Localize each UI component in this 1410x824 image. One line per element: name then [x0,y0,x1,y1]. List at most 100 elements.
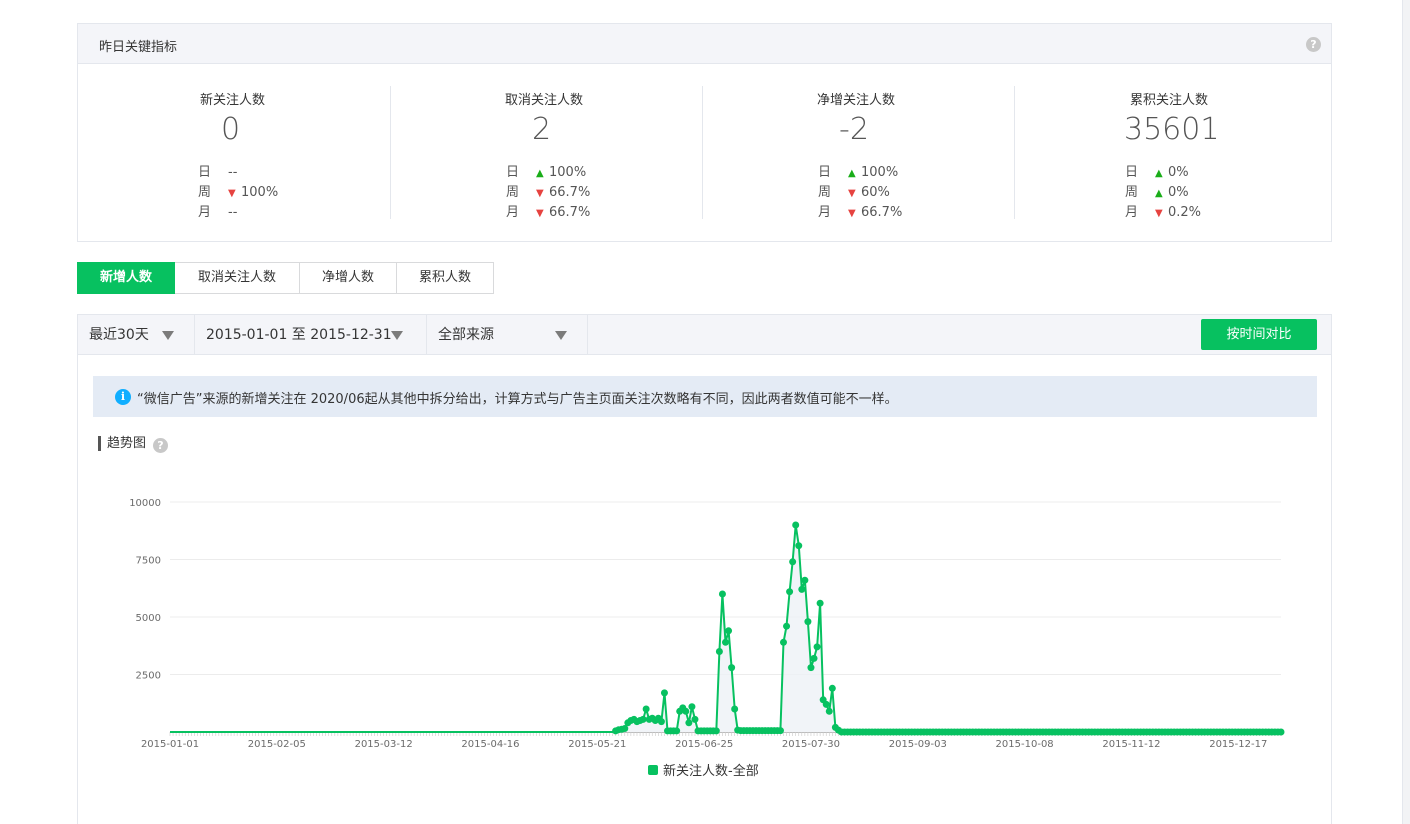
change-value: 66.7% [861,205,903,220]
filter-bar: 最近30天 2015-01-01 至 2015-12-31 全部来源 按时间对比 [78,315,1331,355]
date-range-value: 2015-01-01 至 2015-12-31 [206,327,392,343]
data-point [795,542,803,550]
change-value: 100% [241,185,279,200]
data-point [688,703,696,711]
data-point [715,648,723,655]
x-tick-label: 2015-05-21 [568,739,626,750]
data-point [657,718,665,726]
metric-change-row: 月 ▼ 0.2% [1125,201,1201,221]
metric-change-row: 周 ▼ 100% [198,181,278,201]
metric-change-row: 月 ▼ 66.7% [818,201,902,221]
metrics-title: 昨日关键指标 [99,40,178,55]
y-tick-label: 2500 [136,671,161,682]
metric-value: 2 [532,112,552,147]
arrow-down-icon: ▼ [536,188,544,199]
data-point [660,689,668,697]
change-period-label: 月 [1125,205,1139,220]
change-value: 66.7% [549,185,591,200]
change-value: 60% [861,185,890,200]
arrow-down-icon: ▼ [848,188,856,199]
date-range-select[interactable]: 2015-01-01 至 2015-12-31 [195,315,427,355]
x-tick-label: 2015-07-30 [782,739,840,750]
x-tick-label: 2015-10-08 [996,739,1054,750]
source-select-value: 全部来源 [438,327,494,343]
question-icon[interactable]: ? [153,438,168,453]
arrow-up-icon: ▲ [1155,188,1163,199]
metric-change-row: 日 ▲ 100% [506,161,590,181]
source-select[interactable]: 全部来源 [427,315,588,355]
key-metrics-panel: 昨日关键指标 ? 新关注人数 0 日 -- 周 ▼ 100% 月 -- 取消关注人数 2 日… [77,23,1332,242]
data-point [789,558,797,566]
info-icon: i [115,389,131,405]
trend-panel: 最近30天 2015-01-01 至 2015-12-31 全部来源 按时间对比… [77,314,1332,824]
tab-new-users[interactable]: 新增人数 [77,262,175,294]
arrow-up-icon: ▲ [848,168,856,179]
period-select[interactable]: 最近30天 [78,315,195,355]
data-point [776,727,784,735]
arrow-down-icon: ▼ [228,188,236,199]
arrow-down-icon: ▼ [1155,208,1163,219]
metric-change-row: 月 -- [198,201,278,221]
change-period-label: 周 [506,185,520,200]
scrollbar-track[interactable] [1402,0,1410,824]
change-value: 100% [549,165,587,180]
change-value: -- [228,205,238,220]
data-point [725,627,733,635]
data-point [810,654,818,662]
metric-change-list: 日 ▲ 100% 周 ▼ 66.7% 月 ▼ 66.7% [506,161,590,221]
data-point [779,638,787,646]
compare-by-time-button[interactable]: 按时间对比 [1201,319,1317,350]
y-tick-label: 7500 [136,556,161,567]
data-point [816,599,824,607]
data-point [685,719,693,727]
change-period-label: 日 [818,165,832,180]
data-point [828,684,836,692]
metric-change-row: 日 ▲ 0% [1125,161,1201,181]
metric-change-row: 周 ▼ 66.7% [506,181,590,201]
tab-total-users[interactable]: 累积人数 [397,262,494,294]
metric-tabs: 新增人数 取消关注人数 净增人数 累积人数 [77,262,494,294]
metric-card-total-follow: 累积关注人数 35601 日 ▲ 0% 周 ▲ 0% 月 ▼ 0.2% [1015,64,1328,242]
tab-net-users[interactable]: 净增人数 [300,262,397,294]
x-tick-label: 2015-06-25 [675,739,733,750]
metric-value: 0 [221,112,241,147]
change-period-label: 日 [506,165,520,180]
y-tick-label: 5000 [136,613,161,624]
question-icon[interactable]: ? [1306,37,1321,52]
change-value: 0% [1168,185,1189,200]
arrow-up-icon: ▲ [536,168,544,179]
change-period-label: 周 [198,185,212,200]
metric-change-list: 日 ▲ 0% 周 ▲ 0% 月 ▼ 0.2% [1125,161,1201,221]
change-period-label: 月 [198,205,212,220]
data-point [822,700,830,708]
change-value: 66.7% [549,205,591,220]
data-point [731,705,739,713]
data-point [783,622,791,630]
metric-name: 取消关注人数 [505,93,584,108]
data-point [807,664,815,672]
arrow-down-icon: ▼ [848,208,856,219]
x-tick-label: 2015-02-05 [248,739,306,750]
trend-chart: 2500 5000 7500 10000 2015-01-01 2015-02-05 20… [129,498,1285,779]
metric-change-list: 日 ▲ 100% 周 ▼ 60% 月 ▼ 66.7% [818,161,902,221]
change-value: 0% [1168,165,1189,180]
metric-change-list: 日 -- 周 ▼ 100% 月 -- [198,161,278,221]
change-value: 0.2% [1168,205,1202,220]
data-point [691,715,699,723]
data-point [1277,728,1285,736]
data-point [801,576,809,584]
trend-title: 趋势图 [98,436,146,451]
legend-label[interactable]: 新关注人数-全部 [663,763,759,779]
metric-change-row: 月 ▼ 66.7% [506,201,590,221]
data-point [804,618,812,626]
metric-card-net-follow: 净增关注人数 -2 日 ▲ 100% 周 ▼ 60% 月 ▼ 66.7% [703,64,1016,242]
data-point [682,707,690,715]
arrow-down-icon: ▼ [536,208,544,219]
data-point [798,585,806,593]
tab-unfollow-users[interactable]: 取消关注人数 [175,262,300,294]
data-point [792,521,800,529]
metric-name: 净增关注人数 [817,93,896,108]
metric-change-row: 周 ▼ 60% [818,181,902,201]
caret-down-icon [391,331,403,340]
change-period-label: 月 [506,205,520,220]
